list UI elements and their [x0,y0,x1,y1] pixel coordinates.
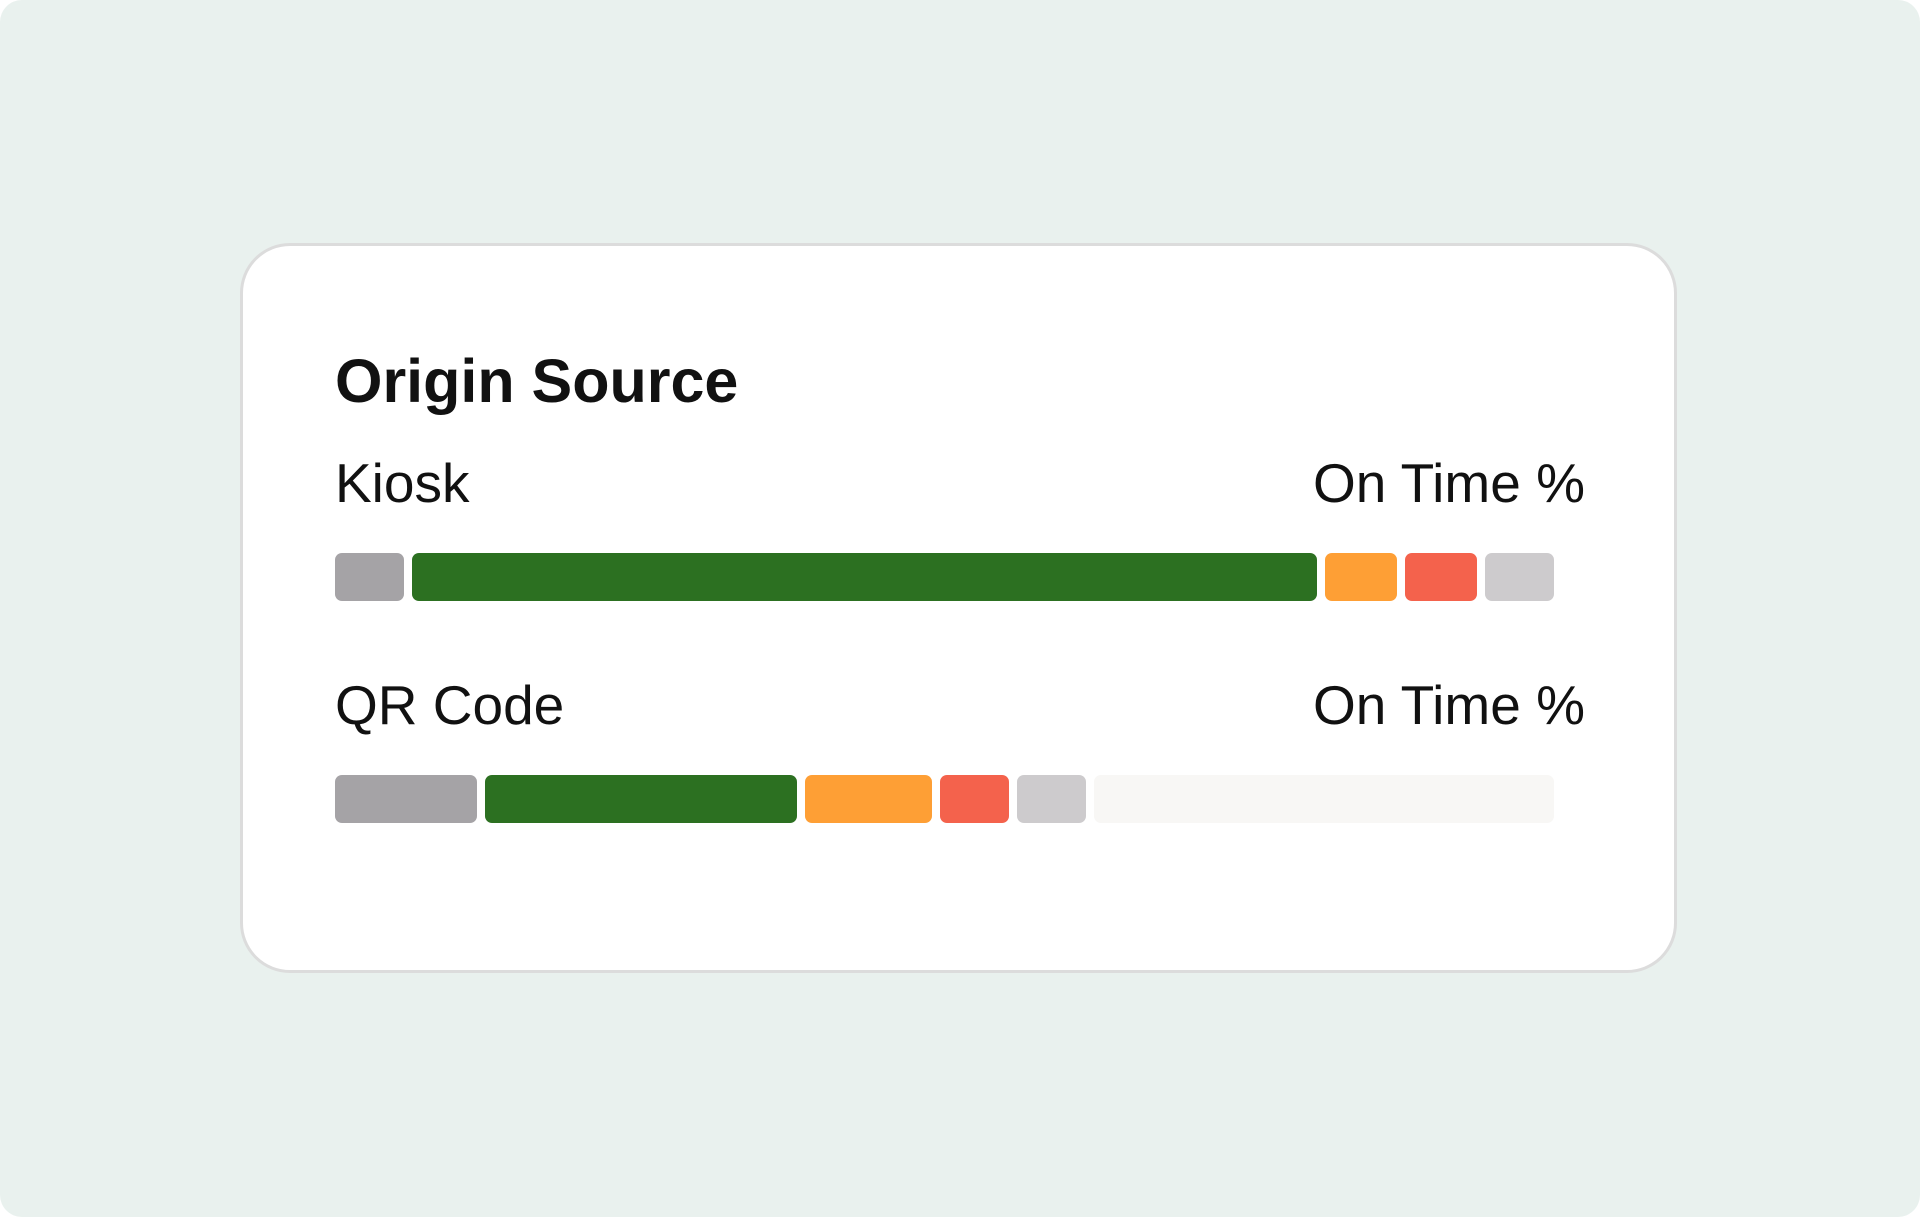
row-label: Kiosk [335,452,470,514]
bar-segment-light-gray [1016,775,1086,823]
card-title: Origin Source [335,347,739,415]
bar-segment-light-gray [1484,553,1554,601]
row-metric-label: On Time % [1312,452,1585,514]
bar-segment-red [940,775,1009,823]
bar-segment-empty [1093,775,1555,823]
source-row-kiosk: Kiosk On Time % [335,448,1585,601]
row-header: Kiosk On Time % [335,448,1585,518]
bar-segment-green [412,553,1318,601]
row-metric-label: On Time % [1312,674,1585,736]
bar-segment-red [1405,553,1477,601]
source-row-qr-code: QR Code On Time % [335,670,1585,823]
row-label: QR Code [335,674,565,736]
origin-source-card: Origin Source Kiosk On Time % QR Code On… [240,243,1677,973]
bar-segment-gray [335,775,478,823]
bar-segment-green [485,775,798,823]
bar-segment-gray [335,553,405,601]
bar-segment-orange [805,775,933,823]
status-bar [335,775,1585,823]
status-bar [335,553,1585,601]
row-header: QR Code On Time % [335,670,1585,740]
bar-segment-orange [1325,553,1397,601]
